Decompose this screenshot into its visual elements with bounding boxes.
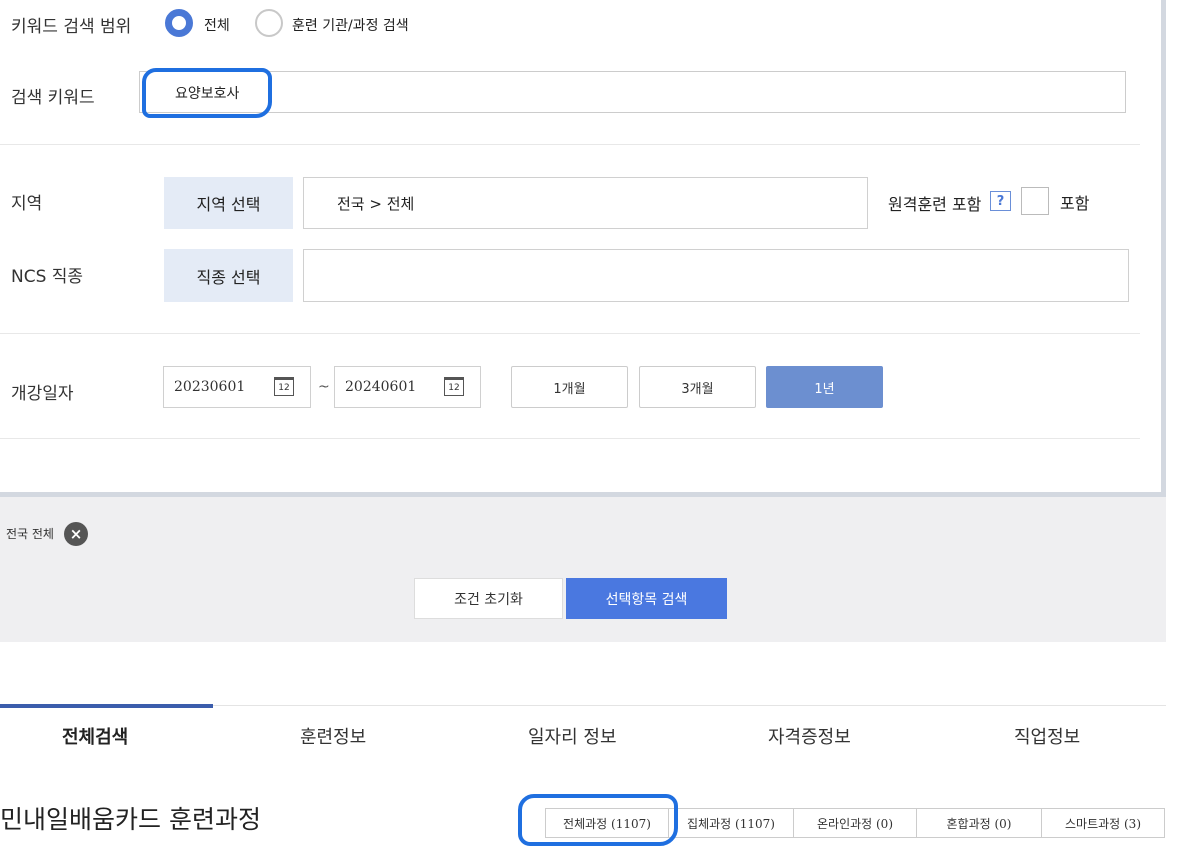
ncs-select-button[interactable]: 직종 선택 xyxy=(164,249,293,302)
tab-job-info[interactable]: 일자리 정보 xyxy=(528,723,617,749)
keyword-input[interactable] xyxy=(139,71,1126,113)
section-title: 민내일배움카드 훈련과정 xyxy=(0,805,261,834)
help-icon[interactable]: ? xyxy=(990,191,1011,211)
reset-button[interactable]: 조건 초기화 xyxy=(414,578,563,619)
period-3month-button[interactable]: 3개월 xyxy=(639,366,756,408)
period-1month-button[interactable]: 1개월 xyxy=(511,366,628,408)
period-1year-button[interactable]: 1년 xyxy=(766,366,883,408)
start-date-input[interactable]: 20230601 12 xyxy=(163,366,311,408)
selected-conditions-area xyxy=(0,497,1166,642)
filter-blended-courses[interactable]: 혼합과정 (0) xyxy=(916,808,1042,838)
ncs-value-field[interactable] xyxy=(303,249,1129,302)
remote-training-label: 원격훈련 포함 xyxy=(888,195,982,214)
ncs-label: NCS 직종 xyxy=(11,267,84,287)
remote-include-label[interactable]: 포함 xyxy=(1060,190,1089,214)
radio-institution-label[interactable]: 훈련 기관/과정 검색 xyxy=(292,15,409,35)
tab-training-info[interactable]: 훈련정보 xyxy=(300,723,366,749)
divider xyxy=(0,438,1140,439)
date-separator: ~ xyxy=(318,379,330,395)
divider xyxy=(0,333,1140,334)
divider xyxy=(0,144,1140,145)
region-value-field[interactable]: 전국 > 전체 xyxy=(303,177,868,229)
keyword-scope-label: 키워드 검색 범위 xyxy=(11,17,132,37)
filter-smart-courses[interactable]: 스마트과정 (3) xyxy=(1041,808,1165,838)
keyword-highlight-annotation xyxy=(142,68,272,118)
tab-all-search[interactable]: 전체검색 xyxy=(62,723,128,749)
radio-institution[interactable] xyxy=(255,9,283,37)
condition-chip-label: 전국 전체 xyxy=(6,527,54,541)
radio-all-label[interactable]: 전체 xyxy=(204,15,230,35)
calendar-icon[interactable]: 12 xyxy=(444,377,464,396)
end-date-value[interactable]: 20240601 xyxy=(345,379,416,395)
remote-include-checkbox[interactable] xyxy=(1021,187,1049,215)
filter-highlight-annotation xyxy=(518,794,678,846)
keyword-label: 검색 키워드 xyxy=(11,88,95,108)
region-label: 지역 xyxy=(11,194,43,214)
tab-active-indicator xyxy=(0,704,213,708)
start-date-label: 개강일자 xyxy=(11,384,74,404)
filter-online-courses[interactable]: 온라인과정 (0) xyxy=(793,808,917,838)
start-date-value[interactable]: 20230601 xyxy=(174,379,245,395)
close-icon[interactable]: × xyxy=(64,522,88,546)
tab-occupation-info[interactable]: 직업정보 xyxy=(1014,723,1080,749)
calendar-icon[interactable]: 12 xyxy=(274,377,294,396)
tab-certificate-info[interactable]: 자격증정보 xyxy=(768,723,851,749)
filter-group-courses[interactable]: 집체과정 (1107) xyxy=(668,808,794,838)
radio-all[interactable] xyxy=(165,9,193,37)
search-button[interactable]: 선택항목 검색 xyxy=(566,578,727,619)
end-date-input[interactable]: 20240601 12 xyxy=(334,366,481,408)
region-select-button[interactable]: 지역 선택 xyxy=(164,177,293,229)
